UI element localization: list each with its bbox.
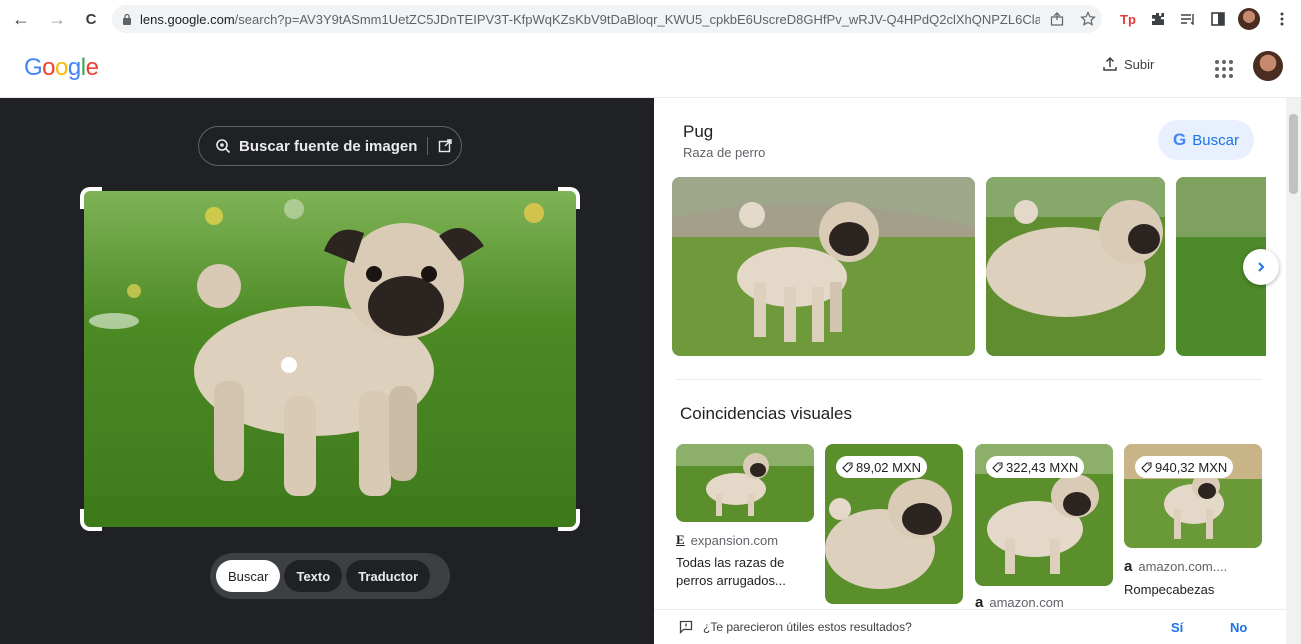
lens-search-icon: [216, 139, 231, 154]
visual-match-card[interactable]: 89,02 MXN: [825, 444, 963, 604]
url-path: /search?p=AV3Y9tASmm1UetZC5JDnTEIPV3T-Kf…: [234, 11, 1040, 27]
google-header: Google Subir: [0, 38, 1301, 98]
feedback-icon: [679, 620, 693, 634]
price-tag-icon: [842, 461, 853, 473]
back-icon[interactable]: ←: [8, 6, 34, 32]
object-hotspot-dot[interactable]: [281, 357, 297, 373]
match-site: a amazon.com....: [1124, 558, 1262, 575]
forward-icon[interactable]: →: [44, 6, 70, 32]
logo-letter: o: [42, 54, 56, 81]
section-divider: [676, 379, 1262, 380]
upload-icon: [1103, 56, 1117, 71]
entity-subtitle: Raza de perro: [683, 145, 766, 160]
logo-letter: o: [55, 54, 68, 81]
profile-avatar-icon[interactable]: [1238, 8, 1260, 30]
price-value: 89,02 MXN: [856, 459, 922, 475]
tab-buscar[interactable]: Buscar: [216, 560, 281, 592]
visual-match-card[interactable]: 940,32 MXN a amazon.com.... Rompecabezas: [1124, 444, 1262, 599]
side-panel-icon[interactable]: [1208, 9, 1228, 29]
logo-letter: e: [85, 54, 99, 81]
url-text: lens.google.com/search?p=AV3Y9tASmm1UetZ…: [140, 12, 1040, 27]
reload-icon[interactable]: C: [78, 6, 104, 32]
match-thumbnail: [676, 444, 814, 522]
upload-button[interactable]: Subir: [1102, 56, 1154, 72]
logo-letter: G: [24, 54, 43, 81]
url-host: lens.google.com: [140, 11, 235, 27]
results-pane: Pug Raza de perro G Buscar Coincidencias…: [654, 98, 1301, 644]
lock-icon: [123, 13, 131, 25]
price-tag-icon: [992, 461, 1003, 473]
browser-toolbar: ← → C lens.google.com/search?p=AV3Y9tASm…: [0, 0, 1301, 38]
find-image-source-label: Buscar fuente de imagen: [239, 137, 418, 155]
pug-photo: [84, 191, 576, 527]
selected-image[interactable]: [84, 191, 576, 527]
share-icon[interactable]: [1050, 12, 1064, 26]
crop-handle-bottom-right[interactable]: [558, 509, 580, 531]
find-image-source-button[interactable]: Buscar fuente de imagen: [198, 126, 462, 166]
scrollbar-thumb[interactable]: [1289, 114, 1298, 194]
visual-match-card[interactable]: 322,43 MXN a amazon.com: [975, 444, 1113, 611]
lens-image-pane: Buscar fuente de imagen Buscar Texto Tra…: [0, 98, 654, 644]
match-title: Todas las razas de perros arrugados...: [676, 555, 786, 588]
browser-menu-icon[interactable]: [1272, 9, 1292, 29]
crop-handle-top-left[interactable]: [80, 187, 102, 209]
match-thumbnail: 89,02 MXN: [825, 444, 963, 604]
scrollbar[interactable]: [1286, 98, 1301, 644]
entity-image[interactable]: [986, 177, 1165, 356]
entity-search-label: Buscar: [1192, 131, 1239, 149]
price-tag: 89,02 MXN: [836, 456, 928, 478]
feedback-yes-button[interactable]: Sí: [1171, 620, 1183, 635]
google-logo[interactable]: Google: [24, 54, 99, 82]
tab-texto[interactable]: Texto: [284, 560, 343, 592]
site-favicon: a: [1124, 558, 1133, 575]
match-thumbnail: 940,32 MXN: [1124, 444, 1262, 548]
upload-label: Subir: [1124, 56, 1155, 72]
visual-matches-title: Coincidencias visuales: [680, 404, 852, 423]
chevron-right-icon[interactable]: [1243, 249, 1279, 285]
crop-handle-bottom-left[interactable]: [80, 509, 102, 531]
visual-match-card[interactable]: E expansion.com Todas las razas de perro…: [676, 444, 814, 590]
open-in-new-icon: [439, 139, 453, 153]
reading-list-icon[interactable]: [1178, 9, 1198, 29]
price-tag: 940,32 MXN: [1135, 456, 1234, 478]
extension-tp-icon[interactable]: Tp: [1118, 9, 1138, 29]
match-site: E expansion.com: [676, 532, 814, 548]
bookmark-star-icon[interactable]: [1080, 11, 1096, 27]
entity-title[interactable]: Pug: [683, 122, 713, 142]
extensions-puzzle-icon[interactable]: [1148, 9, 1168, 29]
price-value: 940,32 MXN: [1155, 459, 1228, 475]
feedback-no-button[interactable]: No: [1230, 620, 1247, 635]
site-name: expansion.com: [690, 532, 779, 548]
price-tag: 322,43 MXN: [986, 456, 1085, 478]
site-favicon: E: [676, 532, 685, 547]
match-title: Rompecabezas: [1124, 582, 1215, 597]
lens-mode-tabs: Buscar Texto Traductor: [210, 553, 450, 599]
match-thumbnail: 322,43 MXN: [975, 444, 1113, 586]
site-name: amazon.com....: [1138, 559, 1228, 574]
google-apps-icon[interactable]: [1210, 56, 1234, 80]
feedback-bar: ¿Te parecieron útiles estos resultados? …: [654, 609, 1301, 644]
site-name: amazon.com: [989, 595, 1064, 610]
account-avatar[interactable]: [1253, 51, 1283, 81]
address-bar[interactable]: lens.google.com/search?p=AV3Y9tASmm1UetZ…: [112, 5, 1102, 33]
tab-traductor[interactable]: Traductor: [346, 560, 431, 592]
entity-search-button[interactable]: G Buscar: [1158, 120, 1254, 160]
google-g-icon: G: [1173, 130, 1187, 149]
price-value: 322,43 MXN: [1006, 459, 1079, 475]
logo-letter: g: [67, 54, 81, 81]
entity-image[interactable]: [672, 177, 975, 356]
feedback-question: ¿Te parecieron útiles estos resultados?: [703, 620, 912, 634]
crop-handle-top-right[interactable]: [558, 187, 580, 209]
price-tag-icon: [1141, 461, 1152, 473]
